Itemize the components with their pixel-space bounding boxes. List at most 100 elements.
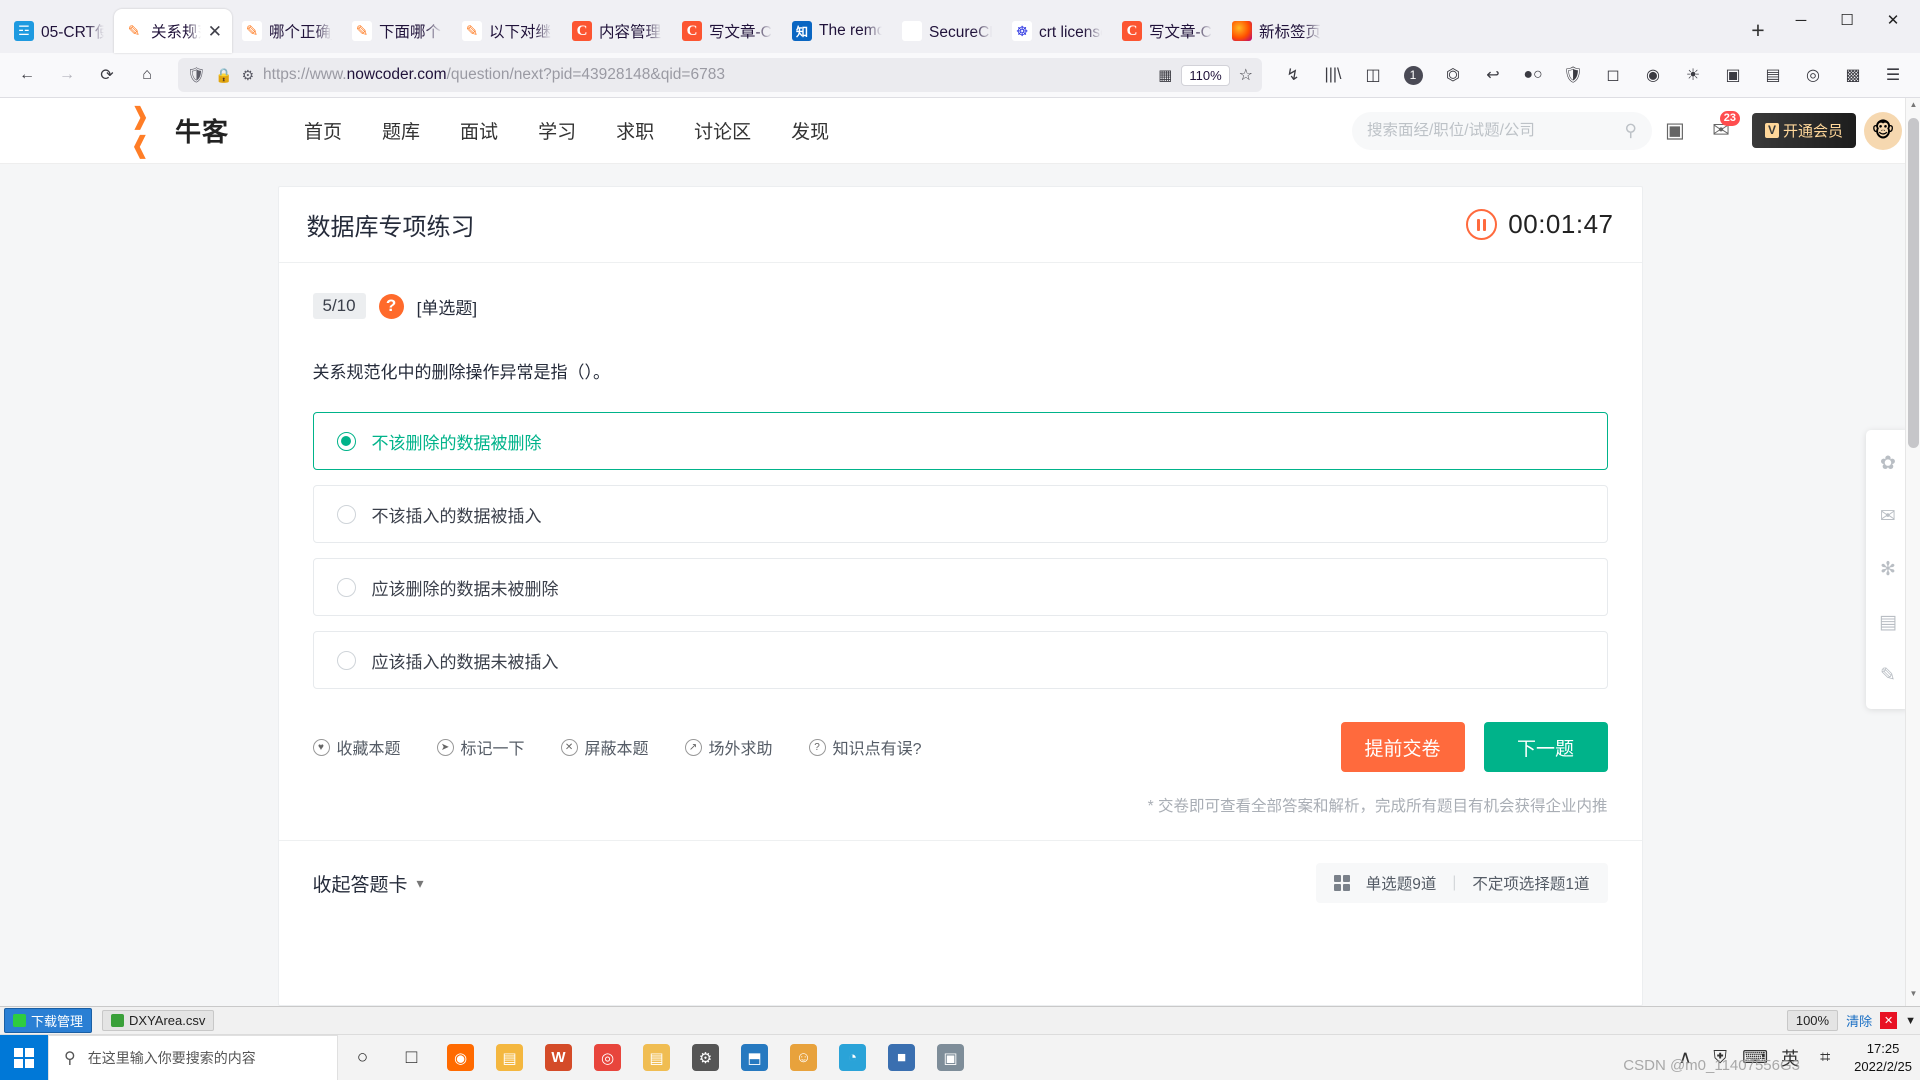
maximize-button[interactable]: ☐: [1824, 0, 1870, 40]
taskbar-app[interactable]: W: [534, 1035, 583, 1080]
ghost-icon[interactable]: ◻: [1594, 58, 1632, 92]
browser-tab[interactable]: 知 The remote: [782, 9, 892, 53]
pause-icon[interactable]: [1466, 209, 1498, 240]
answer-option[interactable]: 不该删除的数据被删除: [312, 412, 1608, 471]
download-clear-button[interactable]: 清除: [1846, 1011, 1872, 1030]
site-nav-item[interactable]: 面试: [440, 117, 518, 144]
download-menu-icon[interactable]: ▼: [1905, 1015, 1916, 1027]
radio-icon[interactable]: [336, 650, 356, 670]
answer-option[interactable]: 应该插入的数据未被插入: [312, 631, 1608, 690]
taskbar-app[interactable]: ■: [877, 1035, 926, 1080]
taskbar-app[interactable]: ⚙: [681, 1035, 730, 1080]
close-window-button[interactable]: ✕: [1870, 0, 1916, 40]
downloads-icon[interactable]: ↯: [1274, 58, 1312, 92]
question-action[interactable]: ✕ 屏蔽本题: [560, 735, 649, 759]
vip-button[interactable]: V 开通会员: [1751, 113, 1856, 148]
browser-tab[interactable]: C 写文章-CSDN: [672, 9, 782, 53]
download-zoom-label[interactable]: 100%: [1786, 1010, 1839, 1031]
taskbar-app[interactable]: ◎: [583, 1035, 632, 1080]
close-tab-icon[interactable]: ✕: [208, 23, 222, 40]
search-input[interactable]: [1366, 121, 1625, 140]
url-text[interactable]: https://www.nowcoder.com/question/next?p…: [263, 66, 1149, 84]
home-icon[interactable]: ⌂: [128, 58, 166, 92]
page-scrollbar[interactable]: ▲ ▼: [1905, 98, 1920, 1006]
taskbar-clock[interactable]: 17:25 2022/2/25: [1846, 1040, 1920, 1075]
scan-icon[interactable]: ▣: [1652, 108, 1698, 154]
feedback-icon[interactable]: ✎: [1866, 649, 1910, 702]
taskbar-app[interactable]: ○: [338, 1035, 387, 1080]
weibo-icon[interactable]: ✿: [1866, 437, 1910, 490]
browser-tab[interactable]: 新标签页: [1222, 9, 1331, 53]
permissions-icon[interactable]: ⚙: [241, 67, 254, 84]
site-nav-item[interactable]: 发现: [771, 117, 849, 144]
browser-tab[interactable]: ✎ 下面哪个选项: [342, 9, 452, 53]
counter-1-icon[interactable]: 1: [1394, 58, 1432, 92]
minimize-button[interactable]: ─: [1778, 0, 1824, 40]
scrollbar-thumb[interactable]: [1908, 118, 1919, 448]
browser-tab[interactable]: ☲ 05-CRT使用: [4, 9, 114, 53]
forward-icon[interactable]: →: [48, 58, 86, 92]
radio-icon[interactable]: [336, 577, 356, 597]
download-manager-button[interactable]: 下载管理: [4, 1008, 93, 1033]
site-nav-item[interactable]: 求职: [596, 117, 674, 144]
back-icon[interactable]: ←: [8, 58, 46, 92]
new-tab-button[interactable]: +: [1738, 10, 1778, 50]
avatar[interactable]: 🐵: [1864, 111, 1902, 150]
qr-icon[interactable]: ▦: [1158, 66, 1172, 84]
world-icon[interactable]: ☀: [1674, 58, 1712, 92]
answer-sheet-toggle[interactable]: 收起答题卡 ▾: [313, 870, 424, 897]
site-nav-item[interactable]: 讨论区: [674, 117, 771, 144]
taskbar-app[interactable]: ◉: [436, 1035, 485, 1080]
undo-icon[interactable]: ↩: [1474, 58, 1512, 92]
browser-tab[interactable]: ◉ SecureCRT下: [892, 9, 1002, 53]
briefcase-icon[interactable]: ▤: [1754, 58, 1792, 92]
site-search[interactable]: ⚲: [1351, 111, 1652, 150]
shield-icon[interactable]: 🛡: [187, 66, 206, 84]
shield-addon-icon[interactable]: 🛡: [1554, 58, 1592, 92]
download-close-button[interactable]: ✕: [1880, 1012, 1898, 1029]
scroll-down-arrow[interactable]: ▼: [1906, 989, 1920, 1004]
browser-tab[interactable]: ✎ 以下对继承的: [452, 9, 562, 53]
taskbar-search[interactable]: ⚲ 在这里输入你要搜索的内容: [48, 1034, 338, 1080]
crop-icon[interactable]: ⏣: [1434, 58, 1472, 92]
site-nav-item[interactable]: 学习: [518, 117, 596, 144]
library-icon[interactable]: |||\: [1314, 58, 1352, 92]
taskbar-app[interactable]: □: [387, 1035, 436, 1080]
book-icon[interactable]: ▤: [1866, 596, 1910, 649]
browser-tab[interactable]: ✎ 关系规范化 ✕: [114, 9, 232, 53]
browser-tab[interactable]: C 内容管理-CSD: [562, 9, 672, 53]
question-action[interactable]: ➤ 标记一下: [436, 735, 525, 759]
bell-icon[interactable]: ✉: [1866, 490, 1910, 543]
site-nav-item[interactable]: 题库: [362, 117, 440, 144]
sidebar-icon[interactable]: ◫: [1354, 58, 1392, 92]
menu-icon[interactable]: ☰: [1874, 58, 1912, 92]
save-icon[interactable]: ▣: [1714, 58, 1752, 92]
record-icon[interactable]: ◎: [1794, 58, 1832, 92]
answer-option[interactable]: 应该删除的数据未被删除: [312, 558, 1608, 617]
question-action[interactable]: ? 知识点有误?: [808, 735, 921, 759]
submit-early-button[interactable]: 提前交卷: [1340, 722, 1465, 773]
reload-icon[interactable]: ⟳: [88, 58, 126, 92]
balls-icon[interactable]: ●○: [1514, 58, 1552, 92]
globe-icon[interactable]: ◉: [1634, 58, 1672, 92]
question-action[interactable]: ↗ 场外求助: [684, 735, 773, 759]
taskbar-app[interactable]: ▤: [632, 1035, 681, 1080]
radio-icon[interactable]: [336, 431, 356, 451]
wechat-icon[interactable]: ✻: [1866, 543, 1910, 596]
site-logo[interactable]: ❱❰ 牛客: [130, 103, 229, 159]
browser-tab[interactable]: ☸ crt license_百: [1002, 9, 1112, 53]
screenshot-icon[interactable]: ▩: [1834, 58, 1872, 92]
taskbar-app[interactable]: ⬒: [730, 1035, 779, 1080]
scroll-up-arrow[interactable]: ▲: [1906, 100, 1920, 115]
lock-icon[interactable]: 🔒: [215, 67, 232, 84]
answer-option[interactable]: 不该插入的数据被插入: [312, 485, 1608, 544]
bookmark-star-icon[interactable]: ☆: [1239, 65, 1253, 85]
taskbar-app[interactable]: ▤: [485, 1035, 534, 1080]
taskbar-app[interactable]: ☺: [779, 1035, 828, 1080]
radio-icon[interactable]: [336, 504, 356, 524]
question-help-icon[interactable]: ?: [378, 293, 404, 319]
url-bar[interactable]: 🛡 🔒 ⚙ https://www.nowcoder.com/question/…: [178, 58, 1262, 92]
start-button[interactable]: [0, 1034, 48, 1080]
taskbar-app[interactable]: ◔: [828, 1035, 877, 1080]
zoom-level-indicator[interactable]: 110%: [1181, 64, 1230, 86]
